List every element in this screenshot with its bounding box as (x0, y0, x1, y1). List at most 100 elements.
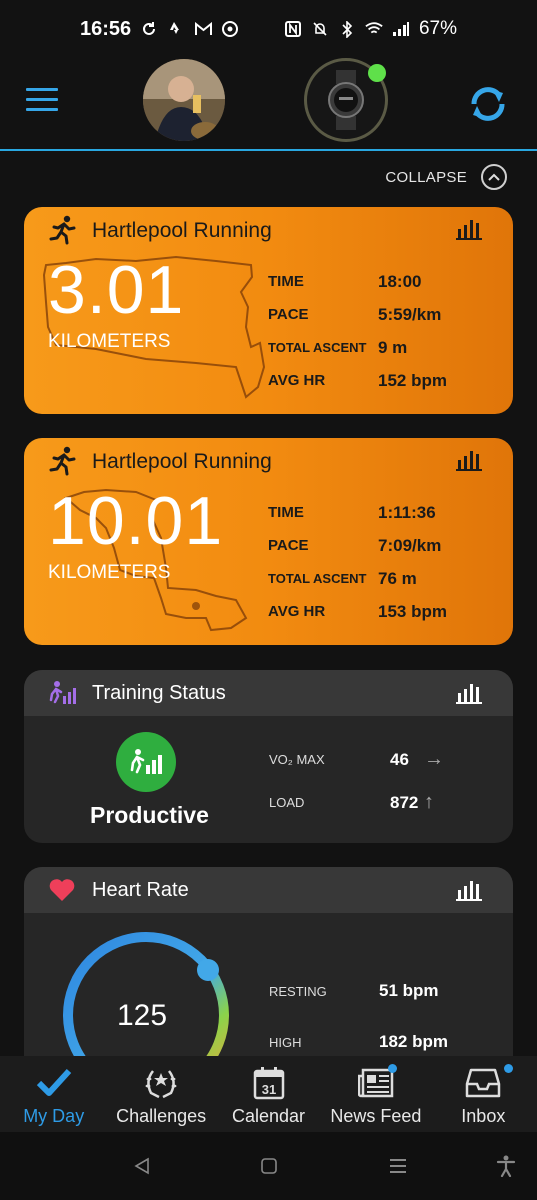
nav-calendar[interactable]: 31 Calendar (215, 1056, 322, 1132)
chrome-icon (221, 20, 239, 38)
chevron-up-icon (481, 164, 507, 190)
training-status-icon (49, 681, 76, 704)
stat-time: TIME 18:00 (268, 265, 508, 298)
resting-value: 51 bpm (379, 981, 439, 1000)
activity-title: Hartlepool Running (92, 450, 272, 473)
bluetooth-icon (338, 20, 356, 38)
stat-label: TOTAL ASCENT (268, 571, 367, 586)
distance-unit: KILOMETERS (48, 562, 171, 583)
nfc-icon (284, 20, 302, 38)
load-label: LOAD (269, 795, 305, 810)
nav-label: Inbox (461, 1106, 506, 1126)
arrow-right-icon: → (424, 748, 444, 770)
high-label: HIGH (269, 1034, 302, 1050)
stat-value: 18:00 (378, 271, 422, 291)
vo2-max-value: 46 (390, 749, 409, 769)
stat-value: 153 bpm (378, 601, 447, 621)
inbox-icon (465, 1066, 501, 1100)
notification-badge (388, 1064, 398, 1073)
stat-label: TIME (268, 504, 304, 521)
heart-rate-gauge (63, 932, 229, 1056)
stat-value: 7:09/km (378, 535, 442, 555)
nav-my-day[interactable]: My Day (0, 1056, 107, 1132)
stat-label: TIME (268, 273, 304, 290)
stat-label: PACE (268, 306, 309, 323)
stat-time: TIME 1:11:36 (268, 496, 508, 529)
stat-total-ascent: TOTAL ASCENT 9 m (268, 331, 508, 364)
sync-icon[interactable] (466, 82, 510, 126)
stat-label: PACE (268, 537, 309, 554)
bar-chart-icon[interactable] (455, 448, 483, 472)
signal-icon (392, 20, 410, 38)
collapse-toggle[interactable]: COLLAPSE (385, 164, 507, 190)
stat-value: 5:59/km (378, 304, 442, 324)
activity-stats: TIME 1:11:36 PACE 7:09/km TOTAL ASCENT 7… (268, 496, 508, 628)
stat-value: 9 m (378, 337, 408, 357)
hamburger-menu-icon[interactable] (26, 88, 58, 114)
stat-avg-hr: AVG HR 153 bpm (268, 595, 508, 628)
high-value: 182 bpm (379, 1032, 448, 1051)
collapse-label: COLLAPSE (385, 168, 467, 186)
nav-label: My Day (23, 1106, 85, 1126)
app-header (0, 58, 537, 151)
card-header: Heart Rate (24, 867, 513, 913)
wifi-icon (365, 20, 383, 38)
training-status-card[interactable]: Training Status Productive VO₂ MAX 46 → … (24, 670, 513, 843)
watch-icon (328, 70, 364, 130)
nav-label: Challenges (116, 1106, 207, 1126)
stat-value: 152 bpm (378, 370, 447, 390)
heart-icon (49, 879, 75, 901)
running-icon (49, 215, 76, 245)
notification-badge (503, 1064, 513, 1073)
nav-inbox[interactable]: Inbox (430, 1056, 537, 1132)
load-value: 872 (390, 792, 419, 812)
laurel-icon (143, 1066, 179, 1100)
calendar-day: 31 (261, 1082, 275, 1097)
stat-pace: PACE 7:09/km (268, 529, 508, 562)
productive-status-icon (116, 732, 176, 792)
nav-news-feed[interactable]: News Feed (322, 1056, 429, 1132)
status-bar: 16:56 67% (0, 0, 537, 58)
heart-rate-card[interactable]: Heart Rate 125 RESTING 51 bpm HIGH 182 b… (24, 867, 513, 1056)
arrow-up-icon: ↑ (424, 791, 434, 813)
stat-value: 1:11:36 (378, 502, 436, 522)
home-icon[interactable] (257, 1154, 281, 1178)
activity-distance: 3.01 (48, 252, 185, 328)
stat-value: 76 m (378, 568, 417, 588)
vo2-max-stat: VO₂ MAX 46 → (269, 748, 489, 771)
bottom-navigation: My Day Challenges 31 Calendar News Feed … (0, 1056, 537, 1132)
checkmark-icon (36, 1066, 72, 1100)
activity-distance: 10.01 (48, 483, 224, 559)
training-status-label: Productive (90, 802, 209, 828)
card-header: Training Status (24, 670, 513, 716)
mute-icon (311, 20, 329, 38)
activity-card-2[interactable]: Hartlepool Running 10.01 KILOMETERS TIME… (24, 438, 513, 645)
device-connected-indicator (368, 64, 386, 82)
activity-card-1[interactable]: Hartlepool Running 3.01 KILOMETERS TIME … (24, 207, 513, 414)
activity-stats: TIME 18:00 PACE 5:59/km TOTAL ASCENT 9 m… (268, 265, 508, 397)
card-title: Training Status (92, 681, 226, 704)
gmail-icon (194, 20, 212, 38)
recents-icon[interactable] (386, 1154, 410, 1178)
current-heart-rate: 125 (117, 999, 168, 1032)
activity-title: Hartlepool Running (92, 219, 272, 242)
bar-chart-icon[interactable] (455, 681, 483, 705)
sync-status-icon (140, 20, 158, 38)
nav-label: News Feed (330, 1106, 422, 1126)
strava-icon (167, 20, 185, 38)
stat-label: TOTAL ASCENT (268, 340, 367, 355)
resting-label: RESTING (269, 983, 327, 999)
user-avatar[interactable] (143, 59, 225, 141)
system-navigation-bar (0, 1132, 537, 1200)
stat-total-ascent: TOTAL ASCENT 76 m (268, 562, 508, 595)
high-hr-stat: HIGH 182 bpm (269, 1032, 499, 1052)
bar-chart-icon[interactable] (455, 878, 483, 902)
stat-label: AVG HR (268, 372, 326, 389)
nav-challenges[interactable]: Challenges (107, 1056, 214, 1132)
back-icon[interactable] (130, 1154, 154, 1178)
stat-avg-hr: AVG HR 152 bpm (268, 364, 508, 397)
bar-chart-icon[interactable] (455, 217, 483, 241)
accessibility-icon[interactable] (494, 1154, 518, 1178)
running-icon (49, 446, 76, 476)
battery-level: 67% (418, 18, 457, 39)
